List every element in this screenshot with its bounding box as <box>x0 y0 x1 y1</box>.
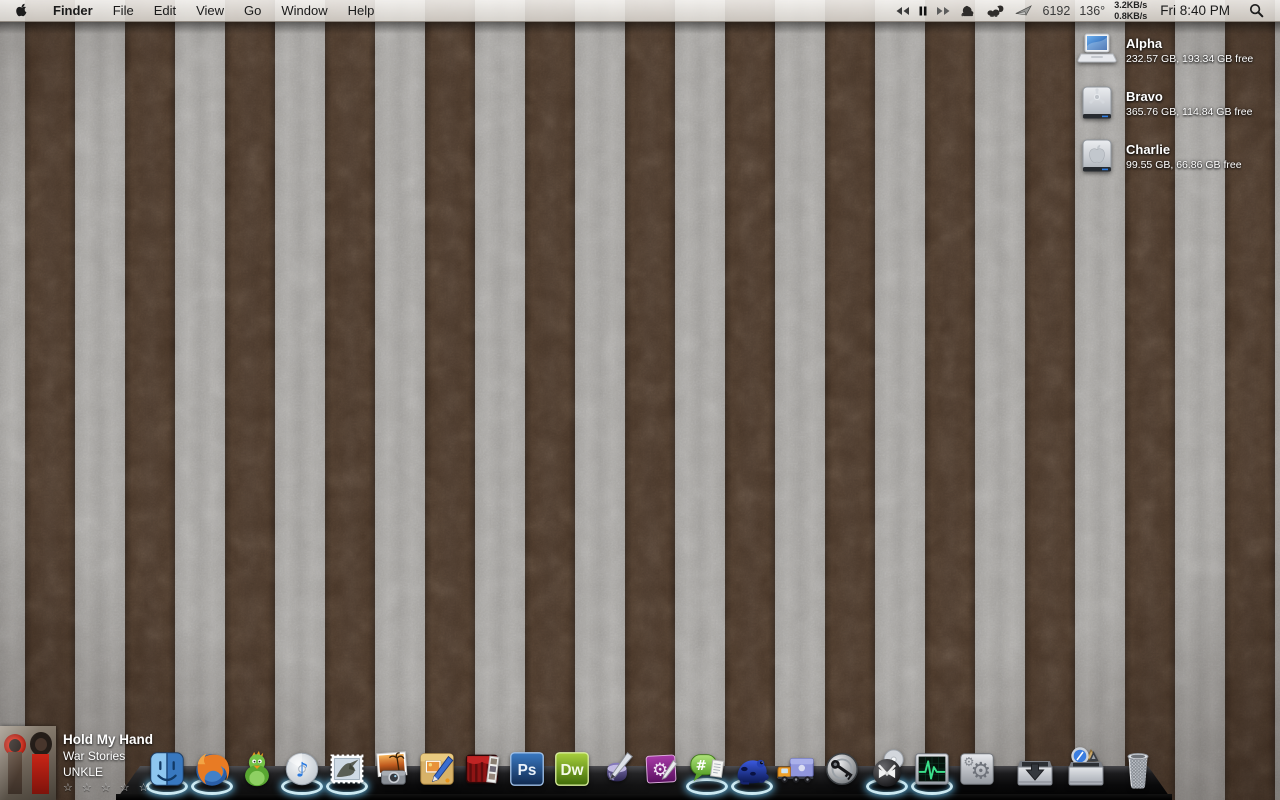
apple-menu[interactable] <box>0 0 43 21</box>
menubar-temperature[interactable]: 136° <box>1079 4 1105 18</box>
menu-edit[interactable]: Edit <box>144 0 186 21</box>
menubar-network-speeds[interactable]: 3.2KB/s 0.8KB/s <box>1114 0 1147 20</box>
dreamweaver-badge: Dw <box>561 762 584 779</box>
drive-charlie[interactable]: Charlie 99.55 GB, 66.86 GB free <box>1076 136 1253 176</box>
dock-app-blue-frog-icon[interactable] <box>731 748 773 795</box>
menubar: Finder File Edit View Go Window Help 619… <box>0 0 1280 22</box>
drive-name: Alpha <box>1126 35 1163 51</box>
album-name: War Stories <box>63 749 126 763</box>
spotlight-icon[interactable] <box>1243 0 1270 21</box>
apple-logo-icon <box>16 3 27 16</box>
menu-finder[interactable]: Finder <box>43 0 103 21</box>
drive-alpha[interactable]: Alpha 232.57 GB, 193.34 GB free <box>1076 30 1253 70</box>
net-down: 0.8KB/s <box>1114 10 1148 21</box>
drive-name: Bravo <box>1126 88 1163 104</box>
dock-front-edge <box>116 794 1172 800</box>
laptop-drive-icon <box>1077 33 1117 63</box>
dock-app-graphics-utility-icon[interactable]: ⚙ <box>641 748 683 790</box>
squirrel-menu-icon[interactable] <box>986 0 1005 21</box>
track-title: Hold My Hand <box>63 732 153 747</box>
artist-name: UNKLE <box>63 765 104 779</box>
svg-text:⚙: ⚙ <box>963 754 974 769</box>
dock-stacks <box>1012 745 1158 791</box>
drive-name: Charlie <box>1126 141 1171 157</box>
downloads-stack-icon[interactable] <box>1012 745 1058 791</box>
svg-text:♪: ♪ <box>296 758 309 782</box>
apple-drive-icon <box>1082 139 1112 172</box>
photoshop-badge: Ps <box>518 762 537 779</box>
menu-help[interactable]: Help <box>338 0 385 21</box>
menubar-counter[interactable]: 6192 <box>1043 4 1071 18</box>
firewire-drive-icon <box>1082 86 1112 119</box>
svg-text:#: # <box>696 759 707 774</box>
desktop-drives: Alpha 232.57 GB, 193.34 GB free Bravo 36… <box>1076 30 1253 176</box>
applications-stack-icon[interactable] <box>1063 745 1109 791</box>
menu-window[interactable]: Window <box>271 0 337 21</box>
net-up: 3.2KB/s <box>1114 0 1148 11</box>
dock-app-pages-icon[interactable] <box>596 748 638 790</box>
dock-app-colloquy-icon[interactable]: # <box>686 748 728 795</box>
dock-app-dreamweaver-icon[interactable]: Dw <box>551 748 593 790</box>
dock-app-transmit-icon[interactable] <box>776 748 818 790</box>
desktop: Alpha 232.57 GB, 193.34 GB free Bravo 36… <box>0 0 1280 800</box>
dock-app-security-utility-icon[interactable] <box>821 748 863 790</box>
dock-app-adium-icon[interactable] <box>236 748 278 790</box>
dock-app-mail-icon[interactable] <box>326 748 368 795</box>
drive-info: 99.55 GB, 66.86 GB free <box>1126 158 1242 171</box>
menu-go[interactable]: Go <box>234 0 271 21</box>
menu-file[interactable]: File <box>103 0 144 21</box>
frog-menu-icon[interactable] <box>960 0 977 21</box>
paper-plane-menu-icon[interactable] <box>1014 0 1034 21</box>
trash-icon[interactable] <box>1118 745 1158 791</box>
playback-forward-icon[interactable] <box>936 0 951 21</box>
dock-app-activity-monitor-icon[interactable] <box>911 748 953 795</box>
dock-app-itunes-icon[interactable]: ♪ <box>281 748 323 795</box>
dock-app-iphoto-icon[interactable] <box>371 748 413 790</box>
dock-app-firefox-icon[interactable] <box>191 748 233 795</box>
menu-view[interactable]: View <box>186 0 234 21</box>
rating-stars[interactable]: ☆ ☆ ☆ ☆ ☆ <box>63 781 153 794</box>
dock-app-bowtie-icon[interactable] <box>866 748 908 795</box>
playback-rewind-icon[interactable] <box>895 0 910 21</box>
playback-pause-icon[interactable] <box>919 0 927 21</box>
dock-app-photoshop-icon[interactable]: Ps <box>506 748 548 790</box>
svg-text:⚙: ⚙ <box>651 759 668 781</box>
dock-app-icons: ♪ Ps Dw ⚙ # ⚙ ⚙ <box>146 748 998 795</box>
dock-app-image-editor-icon[interactable] <box>416 748 458 790</box>
now-playing-widget: Hold My Hand War Stories UNKLE ☆ ☆ ☆ ☆ ☆ <box>0 726 153 800</box>
drive-info: 365.76 GB, 114.84 GB free <box>1126 105 1253 118</box>
dock-app-system-preferences-icon[interactable]: ⚙ ⚙ <box>956 748 998 790</box>
drive-info: 232.57 GB, 193.34 GB free <box>1126 52 1254 65</box>
album-art[interactable] <box>0 726 56 800</box>
drive-bravo[interactable]: Bravo 365.76 GB, 114.84 GB free <box>1076 83 1253 123</box>
dock-app-photobooth-icon[interactable] <box>461 748 503 790</box>
menubar-clock[interactable]: Fri 8:40 PM <box>1156 3 1234 18</box>
